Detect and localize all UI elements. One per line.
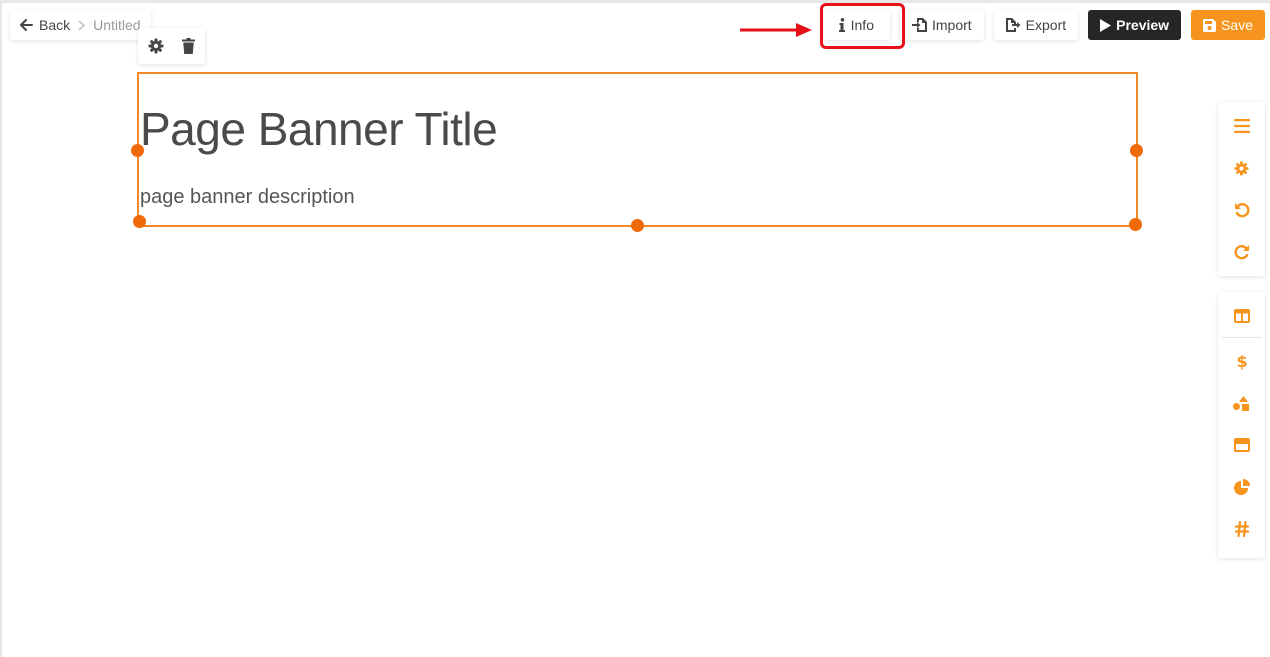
- banner-description[interactable]: page banner description: [140, 186, 355, 209]
- preview-button[interactable]: Preview: [1088, 10, 1182, 40]
- chevron-right-icon: [78, 19, 86, 31]
- menu-icon[interactable]: [1222, 105, 1262, 147]
- breadcrumb: Back Untitled: [10, 10, 151, 40]
- info-label: Info: [850, 17, 874, 33]
- floppy-disk-icon: [1203, 18, 1217, 32]
- hash-icon[interactable]: [1222, 508, 1262, 550]
- pie-chart-icon[interactable]: [1222, 466, 1262, 508]
- svg-text:$: $: [1237, 353, 1247, 370]
- import-button[interactable]: Import: [899, 10, 984, 40]
- resize-handle-left[interactable]: [131, 144, 144, 157]
- red-arrow-icon: [740, 23, 812, 37]
- breadcrumb-current-page: Untitled: [93, 17, 141, 33]
- block-toolbar: [138, 28, 205, 64]
- columns-icon[interactable]: [1222, 295, 1262, 337]
- side-panel-components: $: [1218, 292, 1265, 558]
- card-icon[interactable]: [1222, 424, 1262, 466]
- info-button[interactable]: Info: [821, 10, 890, 40]
- side-panel-tools: [1218, 102, 1265, 276]
- divider: [1221, 337, 1262, 338]
- info-icon: [838, 18, 846, 32]
- preview-label: Preview: [1116, 17, 1170, 33]
- trash-icon[interactable]: [182, 38, 195, 54]
- gear-icon[interactable]: [1222, 147, 1262, 189]
- import-label: Import: [931, 17, 972, 33]
- redo-icon[interactable]: [1222, 231, 1262, 273]
- top-toolbar: Info Import Export Preview Save: [821, 10, 1265, 40]
- resize-handle-bottom[interactable]: [631, 219, 644, 232]
- arrow-left-icon: [20, 19, 33, 31]
- banner-title[interactable]: Page Banner Title: [140, 102, 498, 156]
- file-export-icon: [1005, 18, 1021, 32]
- save-button[interactable]: Save: [1191, 10, 1265, 40]
- back-label: Back: [39, 17, 71, 33]
- back-button[interactable]: Back: [20, 17, 70, 33]
- undo-icon[interactable]: [1222, 189, 1262, 231]
- export-button[interactable]: Export: [993, 10, 1079, 40]
- resize-handle-bottom-left[interactable]: [133, 215, 146, 228]
- dollar-icon[interactable]: $: [1222, 340, 1262, 382]
- play-icon: [1100, 18, 1112, 32]
- shapes-icon[interactable]: [1222, 382, 1262, 424]
- page-banner-block[interactable]: Page Banner Title page banner descriptio…: [131, 72, 1143, 232]
- save-label: Save: [1221, 17, 1253, 33]
- file-import-icon: [911, 18, 927, 32]
- resize-handle-right[interactable]: [1130, 144, 1143, 157]
- gear-icon[interactable]: [148, 38, 164, 54]
- export-label: Export: [1025, 17, 1067, 33]
- resize-handle-bottom-right[interactable]: [1129, 218, 1142, 231]
